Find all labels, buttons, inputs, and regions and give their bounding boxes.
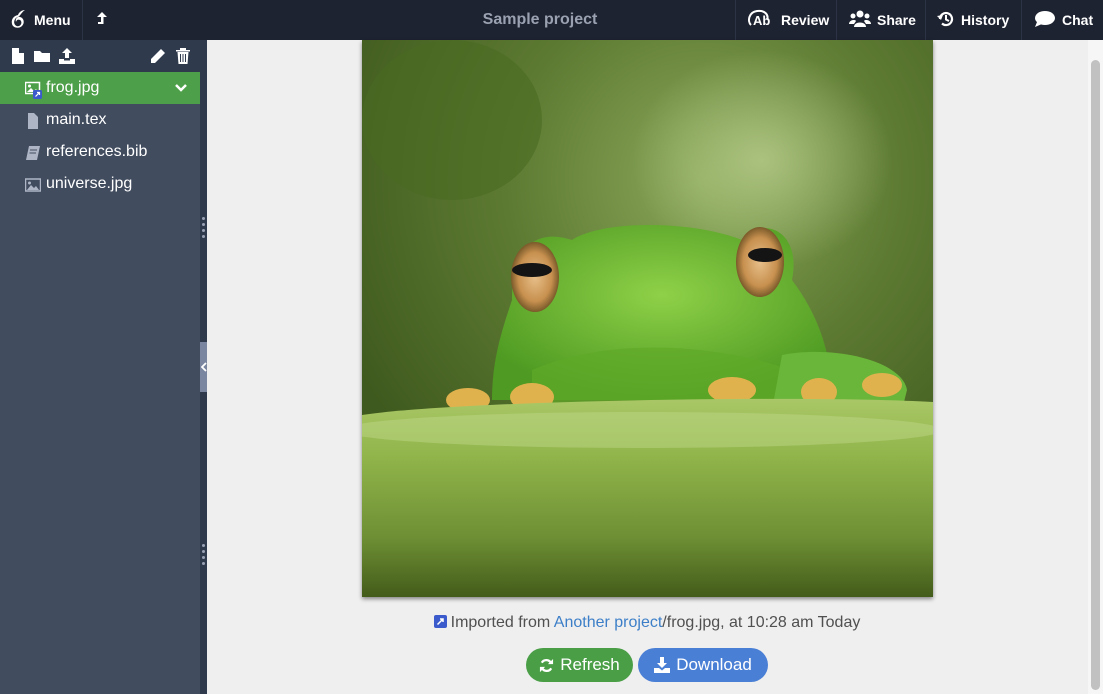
history-label: History (961, 12, 1010, 28)
trash-icon[interactable] (175, 48, 191, 64)
back-to-projects-button[interactable] (96, 0, 108, 40)
frog-image (362, 40, 933, 597)
image-preview (362, 40, 933, 597)
download-label: Download (676, 655, 752, 674)
main-scrollbar[interactable] (1088, 40, 1103, 694)
drag-handle-icon[interactable] (202, 217, 205, 241)
refresh-icon (540, 658, 554, 672)
svg-text:Ab: Ab (753, 13, 770, 28)
chevron-down-icon[interactable] (174, 81, 188, 100)
refresh-label: Refresh (560, 655, 620, 674)
top-header: Menu Sample project Ab Review Share Hist… (0, 0, 1103, 40)
project-title: Sample project (482, 11, 598, 28)
refresh-button[interactable]: Refresh (526, 648, 633, 682)
header-divider (735, 0, 736, 40)
file-tree-toolbar (0, 40, 200, 72)
file-item-main-tex[interactable]: main.tex (0, 104, 200, 136)
users-icon (849, 10, 871, 31)
pencil-icon[interactable] (150, 48, 166, 64)
overleaf-logo-icon (10, 9, 26, 32)
header-divider (1021, 0, 1022, 40)
level-up-icon (96, 11, 108, 30)
history-icon (937, 10, 955, 31)
menu-button[interactable]: Menu (10, 0, 71, 40)
share-button[interactable]: Share (849, 0, 916, 40)
download-icon (654, 657, 671, 673)
linked-image-icon (24, 81, 42, 99)
drag-handle-icon[interactable] (202, 544, 205, 568)
history-button[interactable]: History (937, 0, 1009, 40)
share-label: Share (877, 12, 916, 28)
review-label: Review (781, 12, 830, 28)
chat-bubble-icon (1034, 10, 1056, 31)
linked-file-icon (433, 615, 447, 628)
new-file-icon[interactable] (10, 48, 26, 64)
import-info: Imported from Another project/frog.jpg, … (207, 614, 1087, 632)
file-item-universe-jpg[interactable]: universe.jpg (0, 168, 200, 200)
header-divider (82, 0, 83, 40)
collapse-sidebar-button[interactable] (200, 342, 207, 392)
menu-label: Menu (34, 12, 71, 28)
chat-button[interactable]: Chat (1034, 0, 1093, 40)
file-icon (25, 113, 41, 129)
scrollbar-thumb[interactable] (1091, 60, 1100, 690)
upload-icon[interactable] (59, 48, 75, 64)
file-name: main.tex (46, 111, 107, 128)
review-button[interactable]: Ab Review (747, 0, 829, 40)
file-item-references-bib[interactable]: references.bib (0, 136, 200, 168)
sidebar-resizer[interactable] (200, 40, 207, 694)
import-suffix: /frog.jpg, at 10:28 am Today (662, 614, 861, 631)
download-button[interactable]: Download (638, 648, 768, 682)
file-name: frog.jpg (46, 79, 100, 96)
import-prefix: Imported from (450, 614, 551, 631)
file-name: universe.jpg (46, 175, 133, 192)
header-divider (836, 0, 837, 40)
header-divider (925, 0, 926, 40)
file-name: references.bib (46, 143, 148, 160)
chevron-left-icon (200, 362, 207, 372)
source-project-link[interactable]: Another project (554, 614, 663, 631)
file-actions: Refresh Download (207, 648, 1087, 682)
file-tree-sidebar: frog.jpg main.tex references.bib univers… (0, 40, 200, 694)
binary-file-viewer: Imported from Another project/frog.jpg, … (207, 40, 1103, 694)
chat-label: Chat (1062, 12, 1094, 28)
book-icon (25, 145, 41, 161)
review-icon: Ab (747, 9, 775, 32)
file-item-frog-jpg[interactable]: frog.jpg (0, 72, 200, 104)
image-icon (24, 177, 42, 193)
new-folder-icon[interactable] (34, 48, 50, 64)
